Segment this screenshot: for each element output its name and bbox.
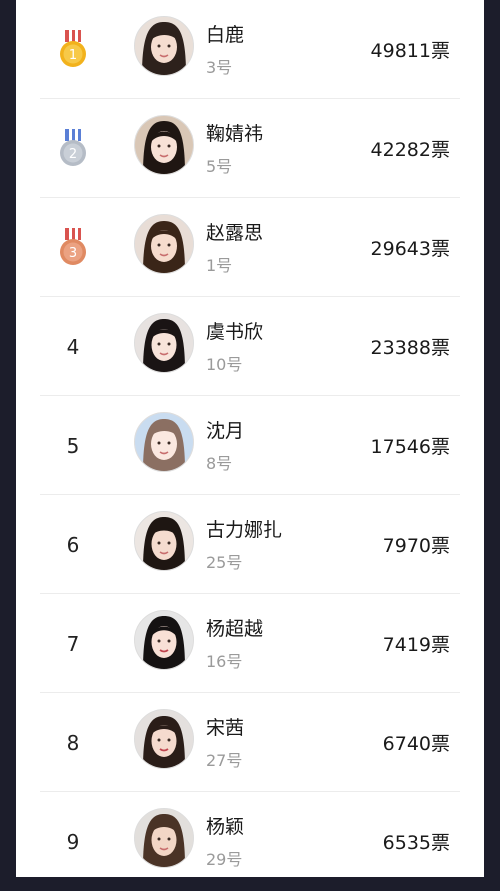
contestant-name: 鞠婧祎 (206, 123, 264, 145)
avatar-photo (135, 710, 193, 768)
avatar-photo (135, 116, 193, 174)
medal-rank-number: 2 (69, 147, 77, 162)
medal-rank-number: 1 (69, 48, 77, 63)
rank-number: 4 (66, 334, 80, 359)
vote-count: 6740票 (382, 733, 450, 755)
rank-number: 6 (66, 532, 80, 557)
ranking-list: 1 白鹿 3号 49811票 2 鞠婧祎 5号 42282票 3 赵露思 1号 … (16, 0, 484, 891)
avatar (134, 115, 194, 175)
contestant-number: 25号 (206, 553, 243, 572)
contestant-number: 1号 (206, 256, 233, 275)
ranking-row[interactable]: 1 白鹿 3号 49811票 (16, 0, 484, 99)
avatar-photo (135, 512, 193, 570)
contestant-name: 宋茜 (206, 717, 245, 739)
avatar-photo (135, 611, 193, 669)
avatar-photo (135, 413, 193, 471)
contestant-number: 27号 (206, 751, 243, 770)
vote-count: 23388票 (370, 337, 450, 359)
contestant-name: 赵露思 (206, 222, 264, 244)
rank-number: 9 (66, 829, 80, 854)
vote-count: 7970票 (382, 535, 450, 557)
ranking-row[interactable]: 9 杨颖 29号 6535票 (16, 792, 484, 891)
ranking-row[interactable]: 2 鞠婧祎 5号 42282票 (16, 99, 484, 198)
rank-number: 8 (66, 730, 80, 755)
rank-number: 7 (66, 631, 80, 656)
vote-count: 6535票 (382, 832, 450, 854)
avatar-photo (135, 17, 193, 75)
avatar (134, 808, 194, 868)
avatar-photo (135, 809, 193, 867)
contestant-name: 杨颖 (206, 816, 245, 838)
avatar (134, 16, 194, 76)
rank-number: 5 (66, 433, 80, 458)
contestant-number: 5号 (206, 157, 233, 176)
avatar (134, 709, 194, 769)
ranking-row[interactable]: 5 沈月 8号 17546票 (16, 396, 484, 495)
vote-count: 42282票 (370, 139, 450, 161)
avatar (134, 610, 194, 670)
silver-medal-icon: 2 (60, 129, 86, 166)
ranking-row[interactable]: 7 杨超越 16号 7419票 (16, 594, 484, 693)
contestant-number: 16号 (206, 652, 243, 671)
medal-rank-number: 3 (69, 246, 77, 261)
avatar (134, 511, 194, 571)
contestant-number: 8号 (206, 454, 233, 473)
ranking-row[interactable]: 3 赵露思 1号 29643票 (16, 198, 484, 297)
ranking-row[interactable]: 8 宋茜 27号 6740票 (16, 693, 484, 792)
contestant-name: 杨超越 (206, 618, 264, 640)
ranking-row[interactable]: 4 虞书欣 10号 23388票 (16, 297, 484, 396)
vote-count: 49811票 (370, 40, 450, 62)
avatar (134, 313, 194, 373)
vote-count: 7419票 (382, 634, 450, 656)
contestant-name: 古力娜扎 (206, 519, 283, 541)
ranking-panel: 1 白鹿 3号 49811票 2 鞠婧祎 5号 42282票 3 赵露思 1号 … (16, 0, 484, 877)
gold-medal-icon: 1 (60, 30, 86, 67)
contestant-number: 10号 (206, 355, 243, 374)
contestant-name: 虞书欣 (206, 321, 264, 343)
contestant-number: 29号 (206, 850, 243, 869)
ranking-row[interactable]: 6 古力娜扎 25号 7970票 (16, 495, 484, 594)
avatar (134, 214, 194, 274)
vote-count: 29643票 (370, 238, 450, 260)
contestant-name: 白鹿 (206, 24, 245, 46)
avatar-photo (135, 314, 193, 372)
avatar (134, 412, 194, 472)
bronze-medal-icon: 3 (60, 228, 86, 265)
avatar-photo (135, 215, 193, 273)
contestant-name: 沈月 (206, 420, 245, 442)
vote-count: 17546票 (370, 436, 450, 458)
contestant-number: 3号 (206, 58, 233, 77)
